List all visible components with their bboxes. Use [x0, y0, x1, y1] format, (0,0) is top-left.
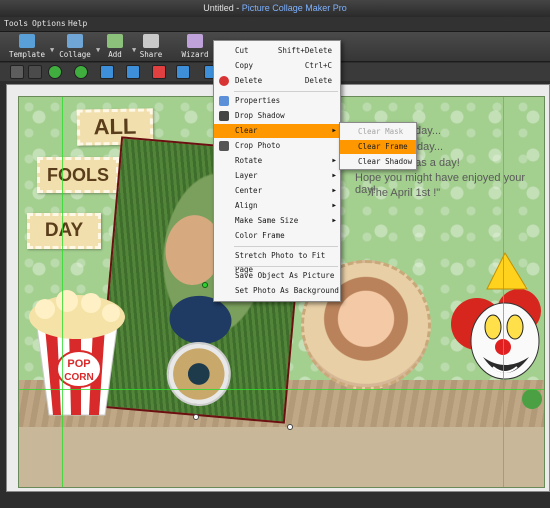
- properties-icon: [219, 96, 229, 106]
- submenu-arrow-icon: ▶: [332, 202, 336, 209]
- selection-handle[interactable]: [193, 414, 199, 420]
- menu-item-drop-shadow[interactable]: Drop Shadow: [214, 109, 340, 123]
- wizard-icon: [187, 34, 203, 48]
- menu-options[interactable]: Options: [32, 19, 66, 28]
- popcorn-label-corn: CORN: [64, 372, 93, 383]
- menu-item-save-object[interactable]: Save Object As Picture: [214, 269, 340, 283]
- delete-icon[interactable]: [152, 65, 166, 79]
- menu-item-color-frame[interactable]: Color Frame: [214, 229, 340, 243]
- submenu-arrow-icon: ▶: [332, 172, 336, 179]
- template-icon: [19, 34, 35, 48]
- tagline-line-5: The April 1st !": [369, 187, 441, 199]
- guide-line: [62, 97, 63, 487]
- person-icon[interactable]: [10, 65, 24, 79]
- menu-item-align[interactable]: Align ▶: [214, 199, 340, 213]
- stamp-day[interactable]: DAY: [27, 213, 101, 249]
- submenu-arrow-icon: ▶: [332, 217, 336, 224]
- menu-item-layer[interactable]: Layer ▶: [214, 169, 340, 183]
- title-bar: Untitled - Picture Collage Maker Pro: [0, 0, 550, 17]
- popcorn-label-pop: POP: [67, 358, 90, 370]
- guide-line: [503, 97, 504, 487]
- drop-shadow-icon: [219, 111, 229, 121]
- popcorn-clipart[interactable]: POP CORN: [23, 287, 131, 417]
- bring-forward-icon[interactable]: [48, 65, 62, 79]
- crop-icon: [219, 141, 229, 151]
- submenu-arrow-icon: ▶: [332, 127, 336, 134]
- selection-handle[interactable]: [287, 424, 293, 430]
- paper-edge: [19, 427, 544, 487]
- menu-item-rotate[interactable]: Rotate ▶: [214, 154, 340, 168]
- submenu-arrow-icon: ▶: [332, 187, 336, 194]
- menu-item-crop-photo[interactable]: Crop Photo: [214, 139, 340, 153]
- share-button[interactable]: Share: [128, 34, 174, 61]
- rotate-left-icon[interactable]: [100, 65, 114, 79]
- template-button[interactable]: Template: [4, 34, 50, 61]
- document-title: Untitled: [203, 3, 234, 13]
- menu-item-properties[interactable]: Properties: [214, 94, 340, 108]
- menu-item-cut[interactable]: Cut Shift+Delete: [214, 44, 340, 58]
- menu-tools[interactable]: Tools: [4, 19, 28, 28]
- tagline-line-2: day...: [417, 141, 444, 153]
- share-icon: [143, 34, 159, 48]
- align-icon[interactable]: [176, 65, 190, 79]
- menu-item-stretch-photo[interactable]: Stretch Photo to Fit Page: [214, 249, 340, 274]
- stamp-fools[interactable]: FOOLS: [37, 157, 119, 193]
- menu-item-clear[interactable]: Clear ▶: [214, 124, 340, 138]
- menu-separator: [234, 91, 338, 92]
- egg-bowl: [164, 339, 234, 409]
- context-menu: Cut Shift+Delete Copy Ctrl+C Delete Delete …: [213, 40, 341, 302]
- menu-item-make-same-size[interactable]: Make Same Size ▶: [214, 214, 340, 228]
- rotate-right-icon[interactable]: [126, 65, 140, 79]
- menu-item-copy[interactable]: Copy Ctrl+C: [214, 59, 340, 73]
- menu-help[interactable]: Help: [68, 19, 87, 28]
- menu-item-delete[interactable]: Delete Delete: [214, 74, 340, 88]
- add-photo-icon: [107, 34, 123, 48]
- submenu-clear-frame[interactable]: Clear Frame: [340, 140, 416, 154]
- guide-line: [19, 389, 544, 390]
- collage-icon: [67, 34, 83, 48]
- menu-separator: [234, 266, 338, 267]
- crop-tool-icon[interactable]: [28, 65, 42, 79]
- menu-bar: Tools Options Help: [0, 17, 550, 32]
- submenu-arrow-icon: ▶: [332, 157, 336, 164]
- submenu-clear-shadow[interactable]: Clear Shadow: [340, 155, 416, 169]
- wizard-button[interactable]: Wizard: [172, 34, 218, 61]
- tagline-line-1: day...: [415, 125, 442, 137]
- menu-item-center[interactable]: Center ▶: [214, 184, 340, 198]
- clear-submenu: Clear Mask Clear Frame Clear Shadow: [339, 122, 417, 170]
- menu-separator: [234, 246, 338, 247]
- send-backward-icon[interactable]: [74, 65, 88, 79]
- menu-item-set-background[interactable]: Set Photo As Background: [214, 284, 340, 298]
- delete-icon: [219, 76, 229, 86]
- submenu-clear-mask: Clear Mask: [358, 127, 404, 136]
- app-name: Picture Collage Maker Pro: [241, 3, 347, 13]
- selection-handle[interactable]: [202, 282, 208, 288]
